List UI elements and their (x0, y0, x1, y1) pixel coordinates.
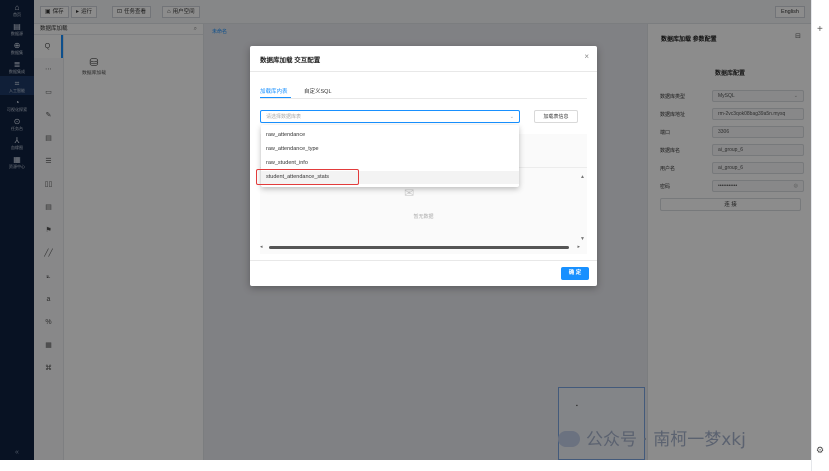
divider (250, 71, 597, 72)
close-icon[interactable]: × (584, 52, 589, 61)
divider (250, 260, 597, 261)
scroll-right-icon[interactable]: ▸ (577, 244, 580, 250)
tab-active-indicator (260, 97, 291, 98)
load-table-info-button[interactable]: 加载表信息 (534, 110, 578, 123)
plus-icon[interactable]: + (817, 24, 823, 35)
scroll-down-icon[interactable]: ▼ (580, 236, 585, 242)
tab-load-table[interactable]: 加载库内表 (260, 87, 288, 95)
right-edge-bar: + ⚙ (811, 0, 829, 471)
scroll-up-icon[interactable]: ▲ (580, 174, 585, 180)
wechat-logo-icon (558, 431, 580, 447)
highlight-box (256, 169, 359, 185)
horizontal-scrollbar[interactable]: ◂ ▸ (260, 244, 580, 251)
tab-divider (260, 98, 587, 99)
watermark: 公众号 · 南柯一梦xkj (558, 425, 746, 450)
empty-text: 暂无数据 (413, 214, 434, 220)
tab-custom-sql[interactable]: 自定义SQL (304, 87, 332, 95)
scroll-left-icon[interactable]: ◂ (260, 244, 263, 250)
dropdown-option[interactable]: raw_attendance_type (261, 143, 519, 156)
chevron-down-icon: ⌄ (509, 114, 514, 120)
dropdown-option[interactable]: raw_attendance (261, 129, 519, 142)
empty-inbox-icon: ✉ (404, 186, 415, 200)
confirm-button[interactable]: 确 定 (561, 267, 589, 280)
gear-icon[interactable]: ⚙ (816, 445, 824, 456)
vertical-scrollbar[interactable]: ▲ ▼ (580, 174, 585, 244)
scrollbar-thumb[interactable] (269, 246, 569, 249)
table-select[interactable]: 请选择数据库表 ⌄ (260, 110, 520, 123)
modal-title: 数据库加载 交互配置 (260, 57, 321, 64)
